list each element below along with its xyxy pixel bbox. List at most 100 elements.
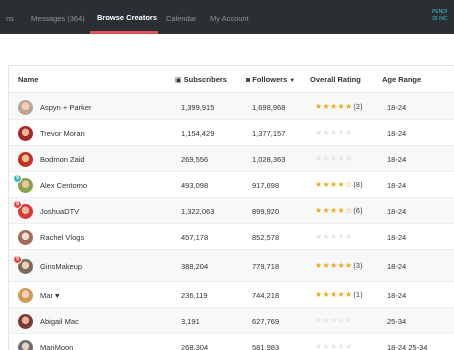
subscriber-count: 1,154,429 [181, 129, 215, 138]
nav-tab-campaigns[interactable]: ns [6, 0, 14, 34]
rating-count: (6) [353, 208, 363, 215]
subscriber-count: 3,191 [181, 317, 200, 326]
star-icon: ★ [344, 232, 353, 241]
creator-avatar[interactable] [18, 288, 33, 303]
column-header-followers[interactable]: ◙ Followers ▼ [246, 75, 295, 84]
nav-tab-calendar[interactable]: Calendar [166, 0, 196, 34]
rating-stars: ★★★★★ [315, 342, 353, 350]
creator-avatar[interactable] [18, 126, 33, 141]
star-icon: ★ [322, 261, 330, 270]
star-icon: ★ [337, 290, 345, 299]
follower-count: 627,769 [252, 317, 280, 326]
column-header-name[interactable]: Name [18, 75, 38, 84]
creator-name[interactable]: Mar ♥ [40, 291, 59, 300]
followers-header-label: Followers [252, 75, 288, 84]
pending-indicator[interactable]: PENDI 26 INC [432, 9, 454, 23]
table-row[interactable]: Bodmon Zaid 269,556 1,028,363 18-24 ★★★★★ [9, 146, 454, 172]
star-icon: ★ [322, 342, 330, 350]
subscriber-count: 269,556 [181, 155, 209, 164]
table-row[interactable]: Rachel Vlogs 457,178 852,578 18-24 ★★★★★ [9, 224, 454, 250]
age-range: 18-24 [387, 103, 407, 112]
table-row[interactable]: Trevor Moran 1,154,429 1,377,157 18-24 ★★★★★ [9, 120, 454, 146]
nav-tab-browse-creators[interactable]: Browse Creators [90, 0, 158, 34]
creator-avatar[interactable] [18, 100, 33, 115]
star-icon: ★ [337, 342, 345, 350]
star-icon: ☆ [344, 206, 353, 215]
creator-name[interactable]: Alex Centomo [40, 181, 87, 190]
star-icon: ★ [337, 102, 345, 111]
table-row[interactable]: Mar ♥ 236,119 744,218 18-24 ★★★★★(1) [9, 282, 454, 308]
star-icon: ★ [322, 154, 330, 163]
subscribers-header-label: Subscribers [183, 75, 227, 84]
follower-count: 1,698,968 [252, 103, 286, 112]
age-range: 18-24 [387, 207, 407, 216]
star-icon: ★ [344, 128, 353, 137]
rating-count: (8) [353, 182, 363, 189]
age-range: 18-24 [387, 262, 407, 271]
subscriber-count: 236,119 [181, 291, 208, 300]
age-range: 18-24 [387, 291, 407, 300]
creator-avatar[interactable] [18, 230, 33, 245]
subscriber-count: 1,399,915 [181, 103, 215, 112]
star-icon: ★ [344, 154, 353, 163]
table-row[interactable]: MariMoon 268,304 581,983 18-24 25-34 ★★★★★ [9, 334, 454, 350]
table-row[interactable]: Aspyn + Parker 1,399,915 1,698,968 18-24 ★★★… [9, 94, 454, 120]
notification-badge: 9 [13, 255, 22, 264]
age-range: 18-24 [387, 233, 407, 242]
column-header-rating[interactable]: Overall Rating [310, 75, 361, 84]
follower-count: 899,920 [252, 207, 280, 216]
creator-name[interactable]: Abigail Mac [40, 317, 79, 326]
star-icon: ★ [337, 128, 345, 137]
youtube-icon: ▣ [175, 77, 182, 84]
rating-stars: ★★★★★(1) [315, 290, 363, 299]
creator-name[interactable]: Bodmon Zaid [40, 155, 85, 164]
creator-avatar[interactable] [18, 314, 33, 329]
follower-count: 779,718 [252, 262, 280, 271]
star-icon: ★ [322, 128, 330, 137]
star-icon: ★ [322, 316, 330, 325]
rating-stars: ★★★★☆(6) [315, 206, 363, 215]
star-icon: ★ [337, 154, 345, 163]
creator-name[interactable]: Rachel Vlogs [40, 233, 84, 242]
column-header-age-range[interactable]: Age Range [382, 75, 421, 84]
table-row[interactable]: Abigail Mac 3,191 627,769 25-34 ★★★★★ [9, 308, 454, 334]
top-navigation-bar: ns Messages (364) Browse Creators Calend… [0, 0, 454, 34]
rating-stars: ★★★★★(3) [315, 261, 363, 270]
star-icon: ★ [337, 206, 345, 215]
rating-count: (2) [353, 104, 363, 111]
creator-name[interactable]: MariMoon [40, 343, 73, 350]
creator-name[interactable]: GinsMakeup [40, 262, 82, 271]
sort-caret-icon: ▼ [289, 78, 296, 84]
creator-name[interactable]: Aspyn + Parker [40, 103, 91, 112]
star-icon: ★ [337, 261, 345, 270]
table-row[interactable]: 9 JoshuaDTV 1,322,063 899,920 18-24 ★★★★☆(6) [9, 198, 454, 224]
star-icon: ★ [344, 102, 353, 111]
rating-stars: ★★★★☆(8) [315, 180, 363, 189]
star-icon: ★ [322, 232, 330, 241]
table-header-row: Name ▣ Subscribers ◙ Followers ▼ Overall Ra… [9, 66, 454, 93]
table-row[interactable]: 9 GinsMakeup 388,204 779,718 18-24 ★★★★★(3) [9, 250, 454, 282]
nav-tab-my-account[interactable]: My Account [210, 0, 249, 34]
creator-name[interactable]: Trevor Moran [40, 129, 85, 138]
star-icon: ★ [344, 316, 353, 325]
star-icon: ★ [337, 232, 345, 241]
subscriber-count: 493,098 [181, 181, 209, 190]
subscriber-count: 1,322,063 [181, 207, 215, 216]
creator-avatar[interactable] [18, 340, 33, 350]
subscriber-count: 457,178 [181, 233, 209, 242]
star-icon: ★ [322, 102, 330, 111]
star-icon: ★ [337, 180, 345, 189]
age-range: 18-24 25-34 [387, 343, 428, 350]
star-icon: ★ [322, 180, 330, 189]
age-range: 18-24 [387, 155, 407, 164]
star-icon: ★ [337, 316, 345, 325]
follower-count: 581,983 [252, 343, 280, 350]
table-row[interactable]: 9 Alex Centomo 493,098 917,698 18-24 ★★★★☆(8) [9, 172, 454, 198]
star-icon: ★ [322, 206, 330, 215]
column-header-subscribers[interactable]: ▣ Subscribers [175, 75, 227, 84]
age-range: 18-24 [387, 181, 407, 190]
follower-count: 1,028,363 [252, 155, 286, 164]
creator-name[interactable]: JoshuaDTV [40, 207, 79, 216]
creator-avatar[interactable] [18, 152, 33, 167]
nav-tab-messages[interactable]: Messages (364) [31, 0, 85, 34]
